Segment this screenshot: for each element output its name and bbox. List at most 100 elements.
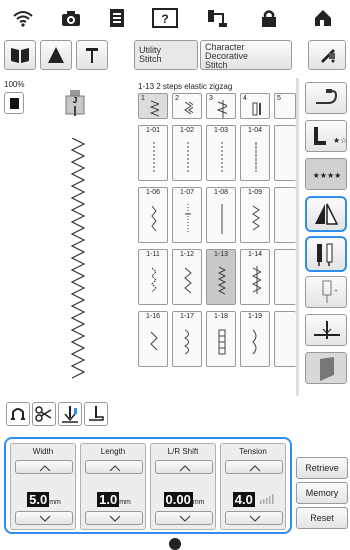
needle-position-icon[interactable] bbox=[40, 40, 72, 70]
preview-color-button[interactable] bbox=[4, 92, 24, 114]
stitch-col5-row4[interactable] bbox=[274, 311, 296, 367]
shift-value-box: 0.00 mm bbox=[155, 491, 213, 507]
stitch-1-04-label: 1-04 bbox=[247, 127, 262, 134]
pattern-mirror-flag-icon[interactable] bbox=[305, 352, 347, 384]
width-value: 5.0 bbox=[27, 492, 50, 507]
stitch-1-02-label: 1-02 bbox=[179, 127, 194, 134]
stitch-1-09[interactable]: 1-09 bbox=[240, 187, 270, 243]
shift-increase-button[interactable] bbox=[155, 460, 213, 474]
stitch-1-04[interactable]: 1-04 bbox=[240, 125, 270, 181]
width-decrease-button[interactable] bbox=[15, 511, 73, 525]
mirror-vertical-icon[interactable] bbox=[305, 236, 347, 272]
stitch-settings-panel: Width 5.0 mm Length 1.0 mm L/R Shift 0.00 m… bbox=[4, 437, 292, 534]
stitch-col5-row3[interactable] bbox=[274, 249, 296, 305]
stitch-1-01[interactable]: 1-01 bbox=[138, 125, 168, 181]
stitch-1-06[interactable]: 1-06 bbox=[138, 187, 168, 243]
stitch-1-19-label: 1-19 bbox=[247, 313, 262, 320]
tension-level-icon bbox=[260, 494, 274, 504]
thread-icon[interactable] bbox=[198, 4, 236, 32]
stitch-1-03-label: 1-03 bbox=[213, 127, 228, 134]
stitch-col5-row1[interactable] bbox=[274, 125, 296, 181]
help-icon[interactable]: ? bbox=[146, 4, 184, 32]
thread-cutter-icon[interactable] bbox=[305, 82, 347, 114]
stitch-1-03[interactable]: 1-03 bbox=[206, 125, 236, 181]
reset-button[interactable]: Reset bbox=[296, 507, 348, 529]
stitch-1-17[interactable]: 1-17 bbox=[172, 311, 202, 367]
home-icon[interactable] bbox=[304, 4, 342, 32]
wifi-icon[interactable] bbox=[4, 4, 42, 32]
presser-foot-icon[interactable] bbox=[84, 402, 108, 426]
svg-text:★☆★: ★☆★ bbox=[333, 136, 348, 145]
length-control: Length 1.0 mm bbox=[80, 443, 146, 530]
thread-cut-icon[interactable] bbox=[6, 402, 30, 426]
width-unit: mm bbox=[49, 499, 61, 506]
category-5[interactable]: 5 bbox=[274, 93, 296, 119]
stitch-1-02[interactable]: 1-02 bbox=[172, 125, 202, 181]
lock-icon[interactable] bbox=[250, 4, 288, 32]
stitch-grid: 1-13 2 steps elastic zigzag 1 2 3 4 5 1-… bbox=[134, 78, 299, 396]
length-increase-button[interactable] bbox=[85, 460, 143, 474]
needle-icon[interactable] bbox=[76, 40, 108, 70]
settings-icon[interactable] bbox=[308, 40, 346, 70]
stitch-1-01-label: 1-01 bbox=[145, 127, 160, 134]
svg-text:+: + bbox=[334, 288, 338, 295]
category-2[interactable]: 2 bbox=[172, 93, 202, 119]
length-unit: mm bbox=[119, 499, 131, 506]
star-pattern-icon[interactable]: ★★★★ bbox=[305, 158, 347, 190]
right-tools: ★☆★ ★★★★ + bbox=[301, 78, 350, 396]
presser-foot-j-icon: J bbox=[62, 90, 88, 118]
pattern-combine-icon[interactable]: ★☆★ bbox=[305, 120, 350, 152]
book-icon[interactable] bbox=[4, 40, 36, 70]
camera-icon[interactable] bbox=[52, 4, 90, 32]
category-4[interactable]: 4 bbox=[240, 93, 270, 119]
needle-stop-icon[interactable] bbox=[58, 402, 82, 426]
stitch-1-07[interactable]: 1-07 bbox=[172, 187, 202, 243]
stitch-caption: 1-13 2 steps elastic zigzag bbox=[138, 82, 233, 91]
needle-position-down-icon[interactable] bbox=[305, 314, 347, 346]
stitch-col5-row2[interactable] bbox=[274, 187, 296, 243]
stitch-1-16[interactable]: 1-16 bbox=[138, 311, 168, 367]
retrieve-button[interactable]: Retrieve bbox=[296, 457, 348, 479]
tension-decrease-button[interactable] bbox=[225, 511, 283, 525]
pattern-elongation-icon[interactable]: + bbox=[305, 276, 347, 308]
length-decrease-button[interactable] bbox=[85, 511, 143, 525]
memory-button[interactable]: Memory bbox=[296, 482, 348, 504]
stitch-1-11[interactable]: 1-11 bbox=[138, 249, 168, 305]
stitch-1-12-label: 1-12 bbox=[179, 251, 194, 258]
document-icon[interactable] bbox=[98, 4, 136, 32]
length-label: Length bbox=[100, 447, 126, 456]
svg-text:J: J bbox=[73, 96, 77, 105]
scissors-icon[interactable] bbox=[32, 402, 56, 426]
stitch-1-11-label: 1-11 bbox=[146, 251, 160, 258]
tab-utility-stitch[interactable]: Utility Stitch bbox=[134, 40, 198, 70]
category-3[interactable]: 3 bbox=[206, 93, 236, 119]
tension-value-box: 4.0 bbox=[225, 491, 283, 507]
stitch-1-08[interactable]: 1-08 bbox=[206, 187, 236, 243]
tension-increase-button[interactable] bbox=[225, 460, 283, 474]
home-indicator bbox=[169, 538, 181, 550]
tension-label: Tension bbox=[239, 447, 267, 456]
width-increase-button[interactable] bbox=[15, 460, 73, 474]
category-5-label: 5 bbox=[277, 95, 281, 102]
stitch-1-09-label: 1-09 bbox=[247, 189, 262, 196]
width-label: Width bbox=[32, 447, 54, 456]
svg-text:★★★★: ★★★★ bbox=[313, 171, 342, 180]
category-1[interactable]: 1 bbox=[138, 93, 168, 119]
stitch-1-14[interactable]: 1-14 bbox=[240, 249, 270, 305]
shift-decrease-button[interactable] bbox=[155, 511, 213, 525]
mirror-horizontal-icon[interactable] bbox=[305, 196, 347, 232]
stitch-1-13[interactable]: 1-13 bbox=[206, 249, 236, 305]
shift-value: 0.00 bbox=[163, 492, 193, 507]
stitch-1-19[interactable]: 1-19 bbox=[240, 311, 270, 367]
tension-control: Tension 4.0 bbox=[220, 443, 286, 530]
zoom-label: 100% bbox=[4, 80, 25, 89]
svg-text:?: ? bbox=[161, 12, 168, 26]
stitch-1-12[interactable]: 1-12 bbox=[172, 249, 202, 305]
category-bar: Utility Stitch Character Decorative Stit… bbox=[0, 36, 350, 76]
tab-character-decorative[interactable]: Character Decorative Stitch bbox=[200, 40, 292, 70]
stitch-1-07-label: 1-07 bbox=[179, 189, 194, 196]
stitch-1-18[interactable]: 1-18 bbox=[206, 311, 236, 367]
tension-value: 4.0 bbox=[232, 492, 255, 507]
grid-scrollbar[interactable] bbox=[296, 78, 299, 396]
length-value-box: 1.0 mm bbox=[85, 491, 143, 507]
